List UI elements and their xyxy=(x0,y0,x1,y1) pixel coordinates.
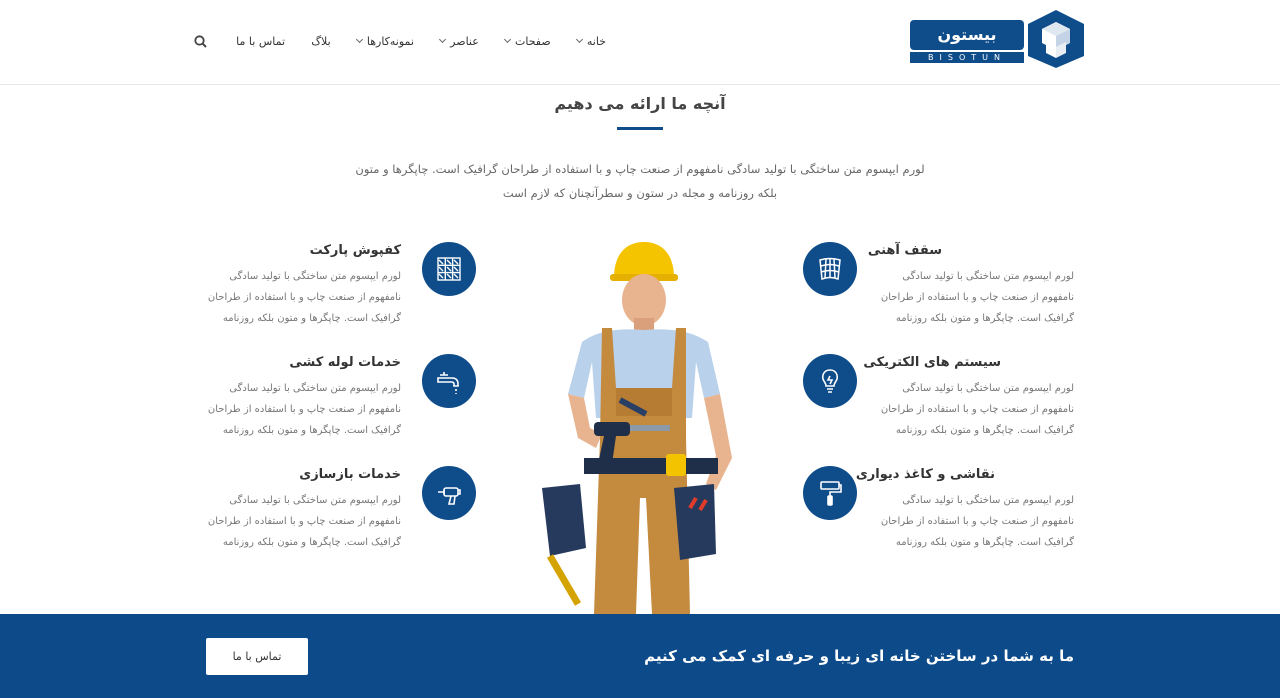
service-line: نامفهوم از صنعت چاپ و با استفاده از طراح… xyxy=(207,516,401,527)
description-line: بلکه روزنامه و مجله در ستون و سطرآنچنان … xyxy=(502,186,778,200)
service-line: گرافیک است. چاپگرها و متون بلکه روزنامه xyxy=(895,425,1074,436)
service-text: لورم ایپسوم متن ساختگی با تولید سادگی نا… xyxy=(201,378,401,441)
nav-label: عناصر xyxy=(450,34,479,48)
service-line: گرافیک است. چاپگرها و متون بلکه روزنامه xyxy=(222,537,401,548)
search-icon[interactable] xyxy=(190,31,210,51)
chevron-down-icon xyxy=(355,35,363,44)
service-title: خدمات بازسازی xyxy=(299,467,401,482)
service-line: گرافیک است. چاپگرها و متون بلکه روزنامه xyxy=(222,313,401,324)
service-title: سیستم های الکتریکی xyxy=(863,355,1001,370)
service-title: نقاشی و کاغذ دیواری xyxy=(855,467,995,482)
section-title-underline xyxy=(617,127,663,130)
cta-text: ما به شما در ساختن خانه ای زیبا و حرفه ا… xyxy=(644,647,1074,665)
lightbulb-icon[interactable] xyxy=(803,354,857,408)
nav-item-contact[interactable]: تماس با ما xyxy=(236,35,285,48)
service-line: گرافیک است. چاپگرها و متون بلکه روزنامه xyxy=(895,313,1074,324)
faucet-icon[interactable] xyxy=(422,354,476,408)
nav-item-portfolio[interactable]: نمونه‌کارها xyxy=(355,34,414,48)
service-line: نامفهوم از صنعت چاپ و با استفاده از طراح… xyxy=(207,404,401,415)
service-text: لورم ایپسوم متن ساختگی با تولید سادگی نا… xyxy=(201,266,401,329)
site-header: بیستون BISOTUN خانه صفحات عناصر نمونه‌کا… xyxy=(0,0,1280,85)
nav-label: تماس با ما xyxy=(236,34,286,48)
brand-logo[interactable]: بیستون BISOTUN xyxy=(908,8,1086,72)
service-line: لورم ایپسوم متن ساختگی با تولید سادگی xyxy=(229,271,401,282)
service-line: لورم ایپسوم متن ساختگی با تولید سادگی xyxy=(902,495,1074,506)
service-title: سقف آهنی xyxy=(867,243,942,258)
service-line: نامفهوم از صنعت چاپ و با استفاده از طراح… xyxy=(207,292,401,303)
drill-icon[interactable] xyxy=(422,466,476,520)
cta-band xyxy=(0,614,1280,698)
service-line: نامفهوم از صنعت چاپ و با استفاده از طراح… xyxy=(880,404,1074,415)
section-title: آنچه ما ارائه می دهیم xyxy=(554,94,726,113)
chevron-down-icon xyxy=(575,35,583,44)
service-line: لورم ایپسوم متن ساختگی با تولید سادگی xyxy=(902,383,1074,394)
chevron-down-icon xyxy=(503,35,512,44)
service-text: لورم ایپسوم متن ساختگی با تولید سادگی نا… xyxy=(874,266,1074,329)
contact-us-button[interactable]: تماس با ما xyxy=(206,638,308,675)
service-line: گرافیک است. چاپگرها و متون بلکه روزنامه xyxy=(895,537,1074,548)
logo-subtitle: BISOTUN xyxy=(910,52,1024,63)
logo-cube-icon xyxy=(1028,10,1084,68)
main-nav: خانه صفحات عناصر نمونه‌کارها بلاگ تماس ب… xyxy=(190,30,606,52)
nav-item-home[interactable]: خانه xyxy=(575,34,606,48)
chevron-down-icon xyxy=(439,35,447,44)
nav-label: بلاگ xyxy=(311,34,331,48)
service-title: کفپوش پارکت xyxy=(309,243,401,258)
nav-label: خانه xyxy=(586,34,606,48)
nav-label: نمونه‌کارها xyxy=(366,34,414,48)
service-line: لورم ایپسوم متن ساختگی با تولید سادگی xyxy=(229,495,401,506)
section-description: لورم ایپسوم متن ساختگی با تولید سادگی نا… xyxy=(340,157,940,205)
description-line: لورم ایپسوم متن ساختگی با تولید سادگی نا… xyxy=(355,162,925,176)
construction-worker-image xyxy=(542,242,732,614)
service-text: لورم ایپسوم متن ساختگی با تولید سادگی نا… xyxy=(874,490,1074,553)
nav-item-blog[interactable]: بلاگ xyxy=(311,35,330,48)
parquet-grid-icon[interactable] xyxy=(422,242,476,296)
paint-roller-icon[interactable] xyxy=(803,466,857,520)
service-line: نامفهوم از صنعت چاپ و با استفاده از طراح… xyxy=(880,516,1074,527)
nav-item-elements[interactable]: عناصر xyxy=(439,34,479,48)
nav-label: صفحات xyxy=(514,34,551,48)
service-line: لورم ایپسوم متن ساختگی با تولید سادگی xyxy=(902,271,1074,282)
logo-wordmark: بیستون xyxy=(910,20,1024,50)
service-line: گرافیک است. چاپگرها و متون بلکه روزنامه xyxy=(222,425,401,436)
service-title: خدمات لوله کشی xyxy=(289,355,401,370)
nav-item-pages[interactable]: صفحات xyxy=(503,34,551,48)
service-line: نامفهوم از صنعت چاپ و با استفاده از طراح… xyxy=(880,292,1074,303)
service-line: لورم ایپسوم متن ساختگی با تولید سادگی xyxy=(229,383,401,394)
service-text: لورم ایپسوم متن ساختگی با تولید سادگی نا… xyxy=(201,490,401,553)
roof-tiles-icon[interactable] xyxy=(803,242,857,296)
service-text: لورم ایپسوم متن ساختگی با تولید سادگی نا… xyxy=(874,378,1074,441)
